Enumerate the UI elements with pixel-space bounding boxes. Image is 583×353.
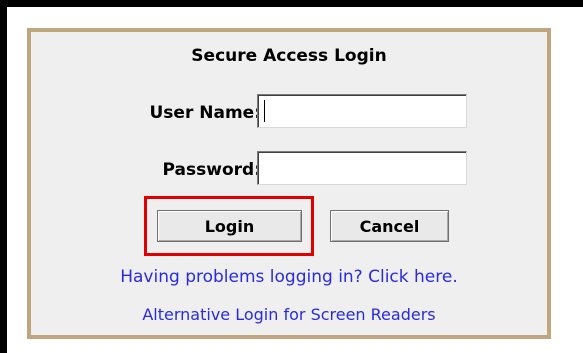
username-label: User Name: xyxy=(149,103,262,123)
login-title: Secure Access Login xyxy=(191,46,387,66)
username-input[interactable] xyxy=(257,94,467,128)
help-link[interactable]: Having problems logging in? Click here. xyxy=(31,267,547,287)
text-cursor xyxy=(264,100,265,122)
login-button[interactable]: Login xyxy=(157,210,302,242)
page: Secure Access Login User Name: Password:… xyxy=(7,7,583,353)
login-panel: Secure Access Login User Name: Password:… xyxy=(27,28,551,339)
password-label: Password: xyxy=(162,160,261,180)
alternative-login-link[interactable]: Alternative Login for Screen Readers xyxy=(31,305,547,324)
cancel-button[interactable]: Cancel xyxy=(330,210,449,242)
password-input[interactable] xyxy=(257,151,467,185)
